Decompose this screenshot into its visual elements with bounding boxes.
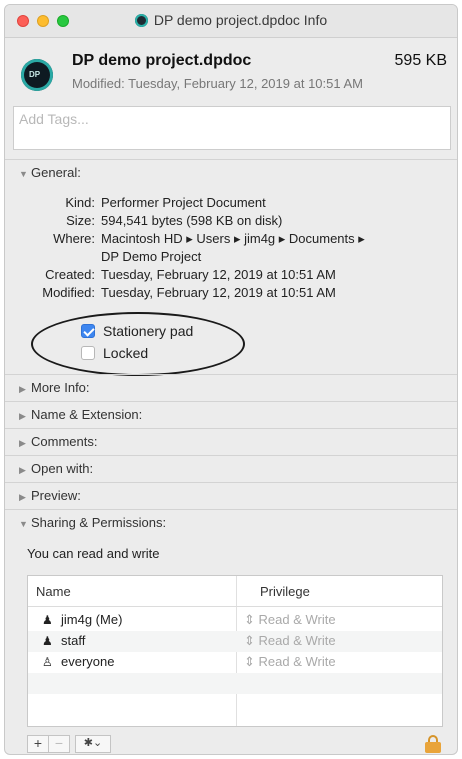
stepper-icon: ⇕ xyxy=(244,633,259,648)
row-name: everyone xyxy=(61,654,115,669)
privilege-value: Read & Write xyxy=(258,612,336,627)
section-name-extension-label: Name & Extension: xyxy=(31,407,143,422)
privilege-select[interactable]: ⇕ Read & Write xyxy=(244,633,336,649)
stepper-icon: ⇕ xyxy=(244,612,259,627)
file-name: DP demo project.dpdoc xyxy=(72,52,252,69)
everyone-icon: ♙ xyxy=(42,655,53,669)
group-icon: ♟​ xyxy=(42,634,53,648)
info-value: Macintosh HD ▸ Users ▸ jim4g ▸ Documents… xyxy=(101,231,365,246)
divider xyxy=(5,159,457,160)
remove-button[interactable]: − xyxy=(48,735,70,753)
user-icon: ♟ xyxy=(42,613,53,627)
divider xyxy=(5,509,457,510)
divider xyxy=(5,455,457,456)
column-header-privilege[interactable]: Privilege xyxy=(260,584,310,599)
highlight-ellipse xyxy=(31,312,245,376)
window-title-text: DP demo project.dpdoc Info xyxy=(153,12,328,28)
lock-icon[interactable] xyxy=(425,735,441,753)
section-comments-label: Comments: xyxy=(31,434,98,449)
title-bar: DP demo project.dpdoc Info xyxy=(5,5,457,38)
file-icon: DP xyxy=(21,57,53,91)
file-icon-label: DP xyxy=(29,70,41,79)
divider xyxy=(5,428,457,429)
info-row-where: Where: Macintosh HD ▸ Users ▸ jim4g ▸ Do… xyxy=(5,231,457,249)
info-key: Created: xyxy=(45,267,95,282)
section-preview[interactable]: ▶ Preview: xyxy=(19,488,81,503)
disclosure-open-icon: ▼ xyxy=(19,519,28,529)
section-more-info-label: More Info: xyxy=(31,380,90,395)
disclosure-open-icon: ▼ xyxy=(19,169,28,179)
info-key: Where: xyxy=(53,231,95,246)
info-row-size: Size: 594,541 bytes (598 KB on disk) xyxy=(5,213,457,231)
privilege-value: Read & Write xyxy=(258,633,336,648)
header-divider xyxy=(28,606,442,607)
disclosure-closed-icon: ▶ xyxy=(19,411,26,421)
section-sharing-label: Sharing & Permissions: xyxy=(31,515,167,530)
info-window: DP demo project.dpdoc Info DP DP demo pr… xyxy=(4,4,458,755)
disclosure-closed-icon: ▶ xyxy=(19,438,26,448)
tags-input[interactable] xyxy=(19,111,445,127)
divider xyxy=(5,401,457,402)
info-key: Size: xyxy=(66,213,95,228)
section-more-info[interactable]: ▶ More Info: xyxy=(19,380,90,395)
disclosure-closed-icon: ▶ xyxy=(19,384,26,394)
table-row-empty xyxy=(28,694,442,715)
info-row-modified: Modified: Tuesday, February 12, 2019 at … xyxy=(5,285,457,303)
divider xyxy=(5,482,457,483)
info-value: DP Demo Project xyxy=(101,249,202,264)
privilege-select[interactable]: ⇕ Read & Write xyxy=(244,612,336,628)
permissions-table: Name Privilege ♟ jim4g (Me) ⇕ Read & Writ… xyxy=(27,575,443,727)
section-general[interactable]: ▼ General: xyxy=(19,165,81,180)
table-row[interactable]: ♙ everyone ⇕ Read & Write xyxy=(28,652,442,673)
section-sharing[interactable]: ▼ Sharing & Permissions: xyxy=(19,515,166,530)
action-menu-button[interactable]: ✱⌄ xyxy=(75,735,111,753)
column-header-name[interactable]: Name xyxy=(36,584,71,599)
permissions-summary: You can read and write xyxy=(27,546,160,561)
file-size: 595 KB xyxy=(394,52,447,69)
section-preview-label: Preview: xyxy=(31,488,81,503)
disclosure-closed-icon: ▶ xyxy=(19,492,26,502)
info-value: Tuesday, February 12, 2019 at 10:51 AM xyxy=(101,267,336,282)
document-icon xyxy=(134,14,148,27)
window-title: DP demo project.dpdoc Info xyxy=(5,12,457,28)
table-row[interactable]: ♟​ staff ⇕ Read & Write xyxy=(28,631,442,652)
info-key: Kind: xyxy=(65,195,95,210)
info-value: 594,541 bytes (598 KB on disk) xyxy=(101,213,283,228)
row-name: staff xyxy=(61,633,86,648)
add-button[interactable]: + xyxy=(27,735,49,753)
section-open-with[interactable]: ▶ Open with: xyxy=(19,461,93,476)
section-general-label: General: xyxy=(31,165,81,180)
section-open-with-label: Open with: xyxy=(31,461,94,476)
privilege-value: Read & Write xyxy=(258,654,336,669)
table-row-empty xyxy=(28,673,442,694)
disclosure-closed-icon: ▶ xyxy=(19,465,26,475)
info-row-kind: Kind: Performer Project Document xyxy=(5,195,457,213)
info-key: Modified: xyxy=(42,285,95,300)
section-comments[interactable]: ▶ Comments: xyxy=(19,434,97,449)
info-value: Tuesday, February 12, 2019 at 10:51 AM xyxy=(101,285,336,300)
info-row-where-cont: DP Demo Project xyxy=(5,249,457,267)
info-value: Performer Project Document xyxy=(101,195,266,210)
divider xyxy=(5,374,457,375)
table-row[interactable]: ♟ jim4g (Me) ⇕ Read & Write xyxy=(28,610,442,631)
stepper-icon: ⇕ xyxy=(244,654,259,669)
section-name-extension[interactable]: ▶ Name & Extension: xyxy=(19,407,142,422)
row-name: jim4g (Me) xyxy=(61,612,123,627)
file-modified: Modified: Tuesday, February 12, 2019 at … xyxy=(72,76,363,91)
tags-field[interactable] xyxy=(13,106,451,150)
info-row-created: Created: Tuesday, February 12, 2019 at 1… xyxy=(5,267,457,285)
privilege-select[interactable]: ⇕ Read & Write xyxy=(244,654,336,670)
